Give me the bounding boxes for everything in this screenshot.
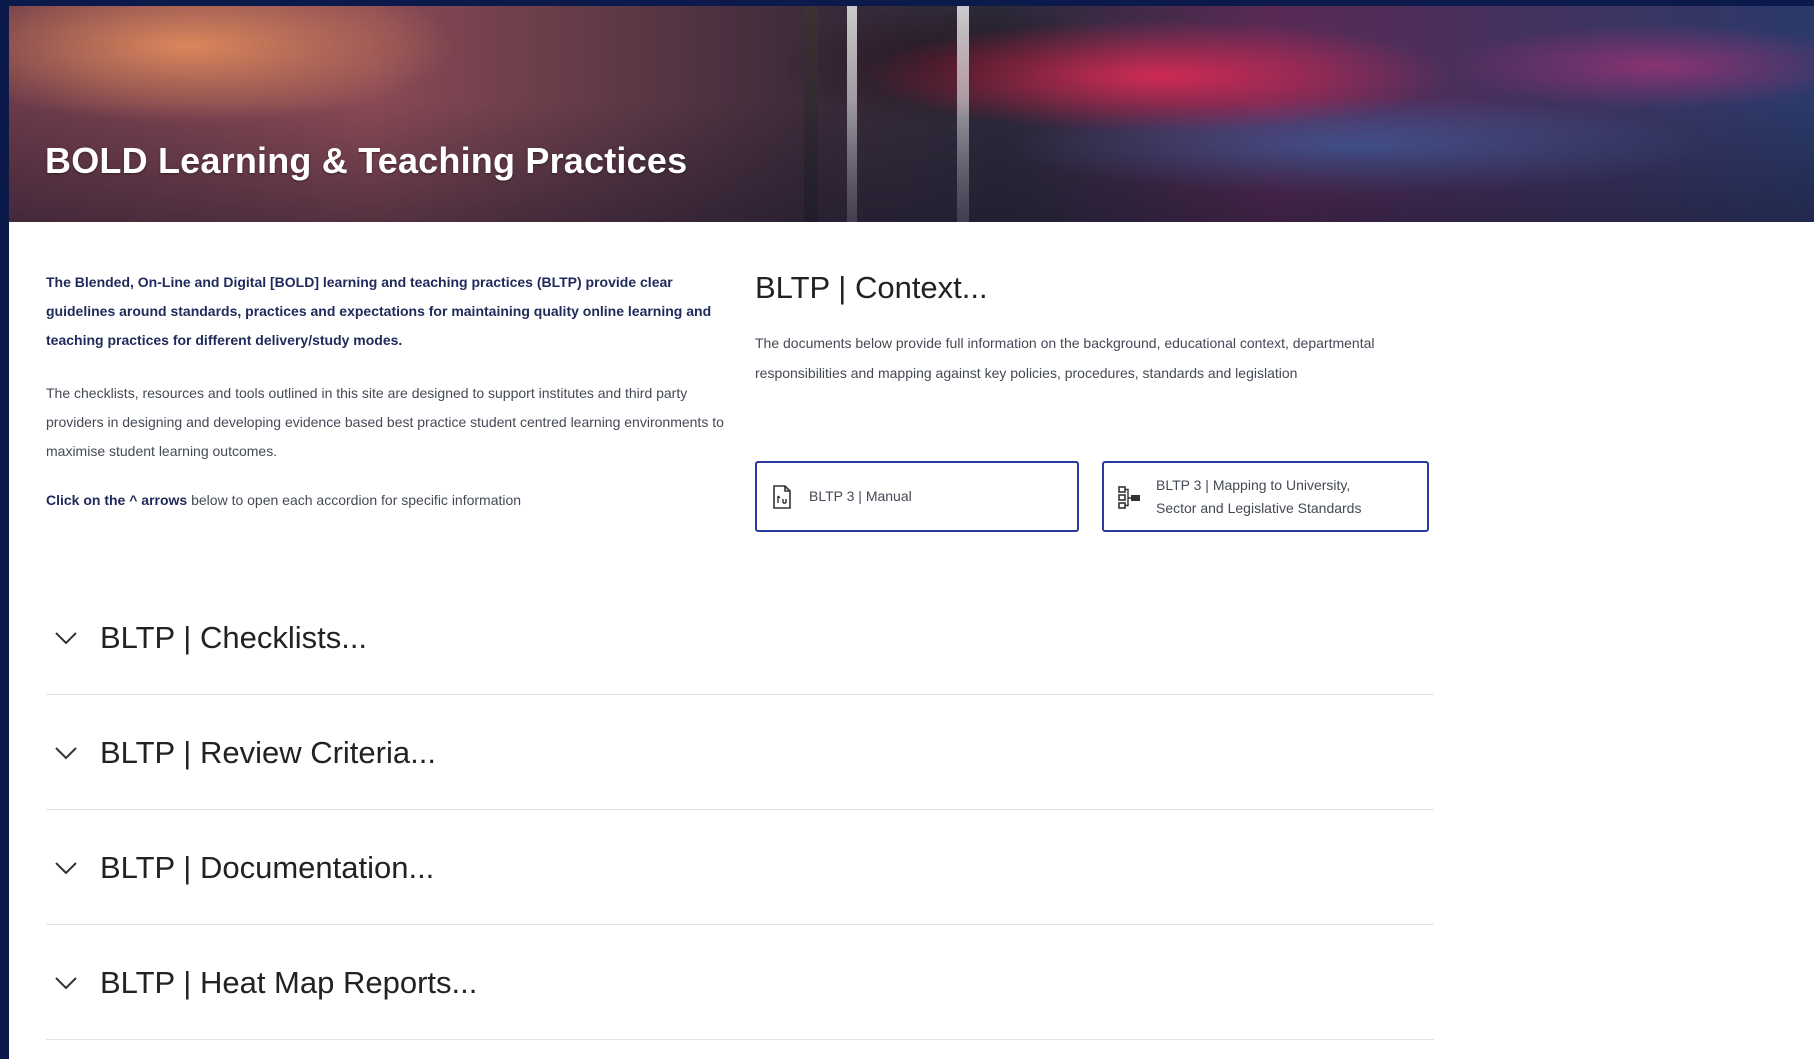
manual-button[interactable]: BLTP 3 | Manual <box>755 461 1079 532</box>
accordion-documentation[interactable]: BLTP | Documentation... <box>46 811 1434 925</box>
page-title: BOLD Learning & Teaching Practices <box>45 140 688 181</box>
context-heading: BLTP | Context... <box>755 270 988 305</box>
accordion-heat-map-reports[interactable]: BLTP | Heat Map Reports... <box>46 926 1434 1040</box>
hero-banner: BOLD Learning & Teaching Practices <box>9 6 1814 222</box>
chevron-down-icon <box>55 861 77 874</box>
manual-button-label: BLTP 3 | Manual <box>809 488 912 504</box>
accordion-label: BLTP | Documentation... <box>100 849 435 885</box>
chevron-down-icon <box>55 631 77 644</box>
accordion-label: BLTP | Checklists... <box>100 619 368 655</box>
accordion-label: BLTP | Review Criteria... <box>100 734 436 770</box>
mapping-button-label-line2: Sector and Legislative Standards <box>1156 499 1362 516</box>
mapping-button-label: BLTP 3 | Mapping to University, Sector an… <box>1156 474 1361 520</box>
intro-section: The Blended, On-Line and Digital [BOLD] … <box>46 268 726 535</box>
page-frame: BOLD Learning & Teaching Practices The B… <box>9 6 1814 1059</box>
context-section: BLTP | Context... The documents below pr… <box>755 268 1445 388</box>
document-icon <box>773 484 791 509</box>
intro-bold-paragraph: The Blended, On-Line and Digital [BOLD] … <box>46 274 712 348</box>
intro-instruction-rest: below to open each accordion for specifi… <box>187 492 522 508</box>
chevron-down-icon <box>55 976 77 989</box>
accordion-checklists[interactable]: BLTP | Checklists... <box>46 581 1434 695</box>
chevron-down-icon <box>55 746 77 759</box>
accordion-label: BLTP | Heat Map Reports... <box>100 964 478 1000</box>
hierarchy-icon <box>1118 485 1140 509</box>
intro-instruction-emphasis: Click on the ^ arrows <box>46 492 188 508</box>
intro-instruction: Click on the ^ arrows below to open each… <box>46 486 726 515</box>
mapping-button-label-line1: BLTP 3 | Mapping to University, <box>1156 476 1351 493</box>
intro-paragraph: The checklists, resources and tools outl… <box>46 385 724 459</box>
context-description: The documents below provide full informa… <box>755 335 1375 381</box>
accordion-review-criteria[interactable]: BLTP | Review Criteria... <box>46 696 1434 810</box>
mapping-button[interactable]: BLTP 3 | Mapping to University, Sector an… <box>1102 461 1429 532</box>
